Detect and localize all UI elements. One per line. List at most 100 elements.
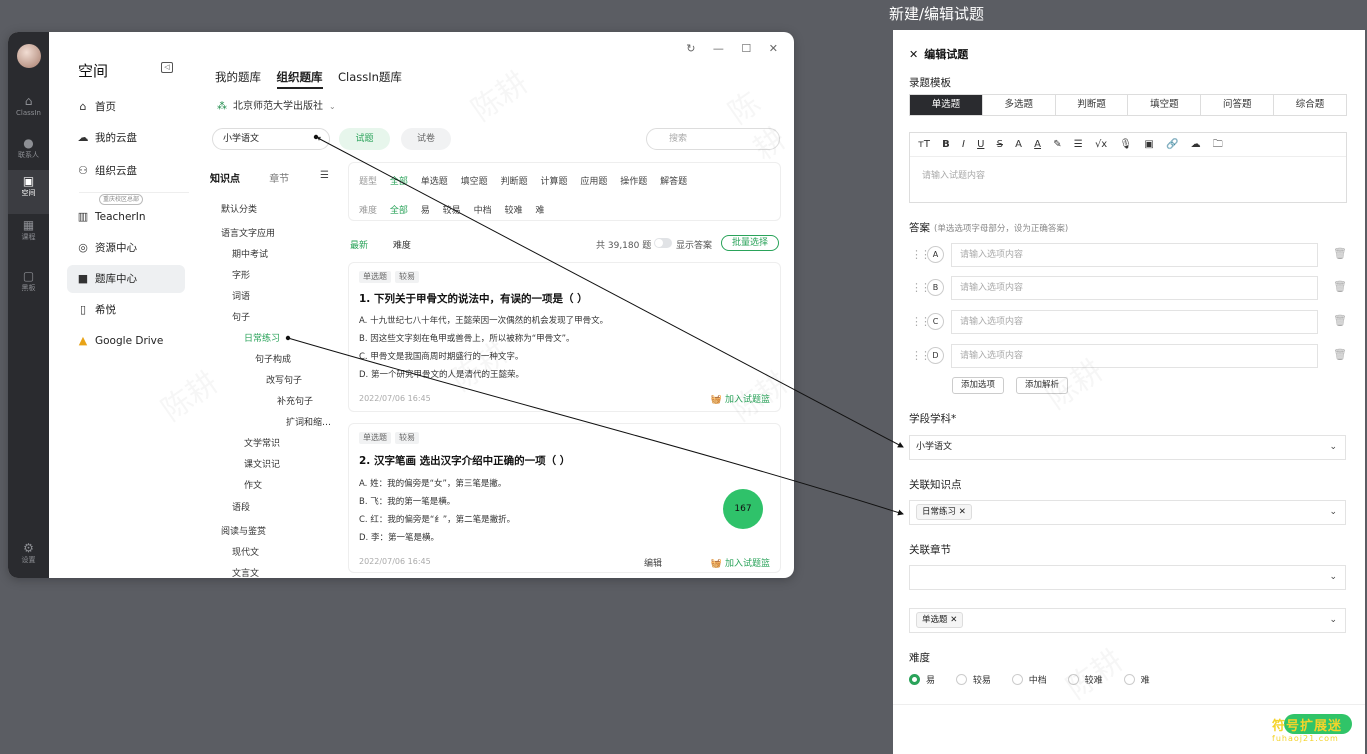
tree-item[interactable]: 句子构成 xyxy=(255,352,291,365)
font-size-icon[interactable]: тT xyxy=(918,139,930,150)
type-filter-option[interactable]: 操作题 xyxy=(620,177,647,187)
tree-item[interactable]: 作文 xyxy=(244,478,262,491)
tab-questions[interactable]: 试题 xyxy=(339,128,390,150)
add-to-basket-button[interactable]: 🧺 加入试题篮 xyxy=(711,392,770,405)
sidebar-item-xiyue[interactable]: ▯ 希悦 xyxy=(67,296,185,324)
difficulty-filter-option[interactable]: 中档 xyxy=(474,206,492,216)
tab-knowledge-points[interactable]: 知识点 xyxy=(210,174,240,185)
tree-item[interactable]: 阅读与鉴赏 xyxy=(221,524,266,537)
type-filter-option[interactable]: 全部 xyxy=(390,177,408,187)
publisher-select[interactable]: ⁂ 北京师范大学出版社 ⌄ xyxy=(217,97,336,112)
tree-item[interactable]: 字形 xyxy=(232,268,250,281)
difficulty-filter-option[interactable]: 较难 xyxy=(504,206,522,216)
add-to-basket-button[interactable]: 🧺 加入试题篮 xyxy=(711,556,770,569)
sidebar-item-my-cloud[interactable]: ☁ 我的云盘 xyxy=(67,124,185,152)
sidebar-item-org-cloud[interactable]: ⚇ 组织云盘 重庆校区总部 xyxy=(67,157,185,205)
refresh-icon[interactable]: ↻ xyxy=(686,42,695,55)
knowledge-point-dropdown[interactable]: 日常练习 ✕ ⌄ xyxy=(909,500,1346,525)
difficulty-radio[interactable]: 较易 xyxy=(955,673,991,686)
text-color-icon[interactable]: A xyxy=(1015,139,1022,150)
tree-item[interactable]: 文言文 xyxy=(232,566,259,578)
formula-icon[interactable]: √x xyxy=(1095,139,1107,150)
minimize-icon[interactable]: — xyxy=(713,42,724,55)
underline-icon[interactable]: U xyxy=(977,139,984,150)
question-card[interactable]: 单选题 较易 1. 下列关于甲骨文的说法中，有误的一项是（ ） A. 十九世纪七八… xyxy=(348,262,781,412)
add-analysis-button[interactable]: 添加解析 xyxy=(1016,377,1069,394)
tab-chapters[interactable]: 章节 xyxy=(269,174,289,185)
cloud-icon[interactable]: ☁ xyxy=(1191,139,1201,150)
trash-icon[interactable]: 🗑 xyxy=(1333,348,1347,361)
show-answer-toggle[interactable] xyxy=(654,238,672,248)
template-tab[interactable]: 填空题 xyxy=(1128,95,1202,115)
option-input[interactable]: 请输入选项内容 xyxy=(951,276,1318,300)
list-icon[interactable]: ☰ xyxy=(1074,139,1083,150)
bold-icon[interactable]: B xyxy=(942,139,950,150)
batch-select-button[interactable]: 批量选择 xyxy=(721,235,779,251)
tree-item[interactable]: 句子 xyxy=(232,310,250,323)
question-editor[interactable]: тT B I U S A A ✎ ☰ √x 🎙 ▣ 🔗 ☁ 🗀 请输入试题内容 xyxy=(909,132,1347,203)
search-input[interactable]: 搜索 xyxy=(646,128,780,150)
difficulty-filter-option[interactable]: 难 xyxy=(535,206,544,216)
eraser-icon[interactable]: ✎ xyxy=(1053,139,1061,150)
type-filter-option[interactable]: 解答题 xyxy=(660,177,687,187)
tab-classin-bank[interactable]: ClassIn题库 xyxy=(338,70,402,84)
type-filter-option[interactable]: 应用题 xyxy=(580,177,607,187)
option-letter-radio[interactable]: B xyxy=(927,279,944,296)
strikethrough-icon[interactable]: S xyxy=(997,139,1003,150)
italic-icon[interactable]: I xyxy=(962,139,965,150)
trash-icon[interactable]: 🗑 xyxy=(1333,280,1347,293)
option-input[interactable]: 请输入选项内容 xyxy=(951,344,1318,368)
edit-question-button[interactable]: 编辑 xyxy=(644,556,662,569)
remove-chip-icon[interactable]: ✕ xyxy=(959,507,966,517)
maximize-icon[interactable]: ☐ xyxy=(741,42,751,55)
sidebar-item-resource-center[interactable]: ◎ 资源中心 xyxy=(67,234,185,262)
collapse-sidebar-icon[interactable]: ◁ xyxy=(161,62,173,73)
template-tab[interactable]: 综合题 xyxy=(1274,95,1346,115)
option-input[interactable]: 请输入选项内容 xyxy=(951,243,1318,267)
option-letter-radio[interactable]: C xyxy=(927,313,944,330)
tree-item[interactable]: 现代文 xyxy=(232,545,259,558)
difficulty-radio[interactable]: 难 xyxy=(1123,673,1150,686)
type-filter-option[interactable]: 填空题 xyxy=(461,177,488,187)
difficulty-radio[interactable]: 中档 xyxy=(1011,673,1047,686)
tree-item[interactable]: 文学常识 xyxy=(244,436,280,449)
trash-icon[interactable]: 🗑 xyxy=(1333,314,1347,327)
tab-my-bank[interactable]: 我的题库 xyxy=(215,70,261,84)
question-card[interactable]: 单选题 较易 2. 汉字笔画 选出汉字介绍中正确的一项（ ） A. 姓：我的偏旁是… xyxy=(348,423,781,573)
question-basket-badge[interactable]: 167 xyxy=(723,489,763,529)
tree-item[interactable]: 默认分类 xyxy=(221,202,257,215)
subject-dropdown[interactable]: 小学语文 ⌄ xyxy=(909,435,1346,460)
microphone-icon[interactable]: 🎙 xyxy=(1119,139,1132,150)
sidebar-item-home[interactable]: ⌂ 首页 xyxy=(67,93,185,121)
sidebar-item-google-drive[interactable]: ▲ Google Drive xyxy=(67,327,185,355)
question-type-dropdown[interactable]: 单选题 ✕ ⌄ xyxy=(909,608,1346,633)
tree-item[interactable]: 期中考试 xyxy=(232,247,268,260)
difficulty-radio[interactable]: 易 xyxy=(909,673,935,686)
tree-item[interactable]: 扩词和缩… xyxy=(286,415,331,428)
tree-item[interactable]: 语言文字应用 xyxy=(221,226,275,239)
subject-select[interactable]: 小学语文 ▾ xyxy=(212,128,330,150)
difficulty-filter-option[interactable]: 全部 xyxy=(390,206,408,216)
difficulty-filter-option[interactable]: 易 xyxy=(421,206,430,216)
tree-item[interactable]: 改写句子 xyxy=(266,373,302,386)
sidebar-item-teacherin[interactable]: ▥ TeacherIn xyxy=(67,203,185,231)
tree-item[interactable]: 课文识记 xyxy=(244,457,280,470)
rail-item-courses[interactable]: ▦ 课程 xyxy=(8,214,49,258)
sidebar-item-question-bank[interactable]: ■ 题库中心 xyxy=(67,265,185,293)
template-tab[interactable]: 问答题 xyxy=(1201,95,1275,115)
avatar[interactable] xyxy=(17,44,41,68)
template-tab[interactable]: 单选题 xyxy=(910,95,983,115)
highlight-icon[interactable]: A xyxy=(1034,139,1041,150)
type-filter-option[interactable]: 单选题 xyxy=(421,177,448,187)
link-icon[interactable]: 🔗 xyxy=(1166,139,1178,150)
rail-item-classin[interactable]: ⌂ ClassIn xyxy=(8,90,49,134)
image-icon[interactable]: ▣ xyxy=(1144,139,1153,150)
option-letter-radio[interactable]: D xyxy=(927,347,944,364)
trash-icon[interactable]: 🗑 xyxy=(1333,247,1347,260)
folder-icon[interactable]: 🗀 xyxy=(1213,139,1223,150)
template-tab[interactable]: 判断题 xyxy=(1056,95,1129,115)
option-letter-radio[interactable]: A xyxy=(927,246,944,263)
type-filter-option[interactable]: 计算题 xyxy=(540,177,567,187)
tab-org-bank[interactable]: 组织题库 xyxy=(276,70,323,89)
option-input[interactable]: 请输入选项内容 xyxy=(951,310,1318,334)
